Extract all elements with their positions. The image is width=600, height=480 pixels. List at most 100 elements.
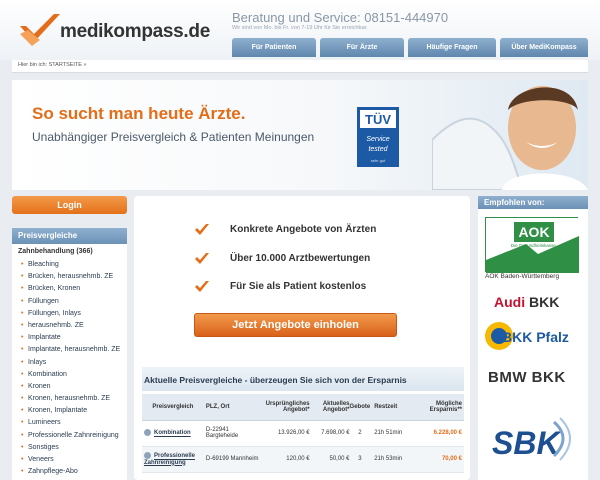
row-name-link-cell: Professionelle Zahnreinigung: [142, 446, 204, 473]
sbk-logo[interactable]: SBK: [488, 416, 574, 462]
sidebar-item[interactable]: • herausnehmb. ZE: [12, 320, 127, 332]
sidebar-item[interactable]: • Implantate: [12, 332, 127, 344]
svg-text:tested: tested: [368, 146, 388, 153]
comparison-title: Aktuelle Preisvergleiche - überzeugen Si…: [142, 367, 464, 391]
logo-text: medikompass.de: [60, 21, 210, 42]
site-header: medikompass.de Beratung und Service: 081…: [0, 0, 600, 60]
sbk-text: SBK: [492, 425, 562, 461]
site-logo[interactable]: medikompass.de: [18, 10, 210, 50]
orange-check-icon: [195, 253, 209, 264]
sidebar-item-label: Füllungen, Inlays: [28, 309, 81, 317]
bullet-icon: •: [21, 285, 24, 293]
row-name-link-cell: Kombination: [142, 420, 204, 447]
sidebar-item[interactable]: • Implantate, herausnehmb. ZE: [12, 344, 127, 356]
row-remaining: 21h 51min: [374, 430, 403, 436]
sidebar-item[interactable]: • Füllungen, Inlays: [12, 308, 127, 320]
tuev-badge-small: sehr gut: [371, 158, 386, 163]
sidebar-item[interactable]: • Kombination: [12, 369, 127, 381]
sidebar-item[interactable]: • Füllungen: [12, 296, 127, 308]
sidebar-item[interactable]: • Kronen, Implantate: [12, 405, 127, 417]
row-name-link[interactable]: Professionelle Zahnreinigung: [144, 454, 195, 466]
table-row[interactable]: Professionelle Zahnreinigung D-69199 Mann…: [142, 446, 464, 473]
row-bids: 3: [358, 456, 362, 462]
sidebar-item-label: Kronen, herausnehmb. ZE: [28, 395, 111, 403]
get-offers-button[interactable]: Jetzt Angebote einholen: [194, 313, 397, 337]
sidebar-category-dental[interactable]: Zahnbehandlung (366): [12, 244, 127, 259]
row-name-link[interactable]: Kombination: [154, 431, 191, 437]
login-button[interactable]: Login: [12, 196, 127, 214]
bmw-bkk-logo[interactable]: BMW BKK: [488, 369, 566, 386]
row-savings: 6.228,00 €: [433, 430, 462, 436]
breadcrumb[interactable]: Hier bin ich: STARTSEITE »: [18, 62, 87, 68]
table-row[interactable]: Kombination D-22941 Bargteheide 13.926,00 …: [142, 420, 464, 447]
bullet-icon: •: [21, 456, 24, 463]
sidebar-item[interactable]: • Kronen, herausnehmb. ZE: [12, 393, 127, 405]
sidebar-item[interactable]: • Brücken, Kronen: [12, 283, 127, 295]
sidebar-item[interactable]: • Sonstiges: [12, 442, 127, 454]
sidebar-item-label: Zahnpflege-Abo: [28, 468, 78, 476]
sidebar-item-label: Füllungen: [28, 297, 59, 305]
sidebar-item[interactable]: • Kronen: [12, 381, 127, 393]
bkk-pfalz-logo[interactable]: BKK Pfalz: [484, 321, 580, 351]
aok-logo[interactable]: AOK Die Gesundheitskasse.: [485, 217, 579, 273]
sidebar-heading: Preisvergleiche: [12, 228, 127, 244]
info-icon[interactable]: [144, 429, 151, 437]
row-current-cell: 7.698,00 €: [309, 420, 350, 447]
sidebar-item-label: Implantate: [28, 334, 61, 342]
nav-tab-doctors[interactable]: Für Ärzte: [320, 38, 404, 57]
row-bids: 2: [358, 430, 362, 436]
bullet-icon: •: [21, 334, 24, 342]
tuev-badge-icon: TÜV Service tested sehr gut: [357, 107, 399, 167]
sidebar-item-label: Lumineers: [28, 419, 61, 427]
row-bids-cell: 2: [349, 420, 371, 447]
recommended-by-panel: Empfohlen von: AOK Die Gesundheitskasse.…: [478, 196, 588, 480]
recommended-heading: Empfohlen von:: [478, 196, 588, 209]
row-place-cell: D-22941 Bargteheide: [203, 420, 260, 447]
sidebar-item[interactable]: • Brücken, herausnehmb. ZE: [12, 271, 127, 283]
sidebar-item[interactable]: • Inlays: [12, 357, 127, 369]
orange-check-icon: [195, 281, 209, 292]
sidebar-list: • Bleaching • Brücken, herausnehmb. ZE • Brüc…: [12, 259, 127, 478]
sidebar-item[interactable]: • Professionelle Zahnreinigung: [12, 430, 127, 442]
sidebar-item[interactable]: • Veneers: [12, 454, 127, 466]
sidebar-item[interactable]: • Lumineers: [12, 417, 127, 429]
bullet-icon: •: [21, 346, 24, 354]
aok-tagline: Die Gesundheitskasse.: [511, 243, 557, 248]
service-phone: Beratung und Service: 08151-444970: [232, 10, 449, 25]
row-place-cell: D-69199 Mannheim: [203, 446, 260, 473]
feature-text: Über 10.000 Arztbewertungen: [230, 253, 371, 264]
bullet-icon: •: [21, 273, 24, 281]
row-bids-cell: 3: [349, 446, 371, 473]
doctor-photo: [432, 86, 588, 190]
sidebar-item-label: Kombination: [28, 370, 67, 378]
sidebar-item[interactable]: • Zahnpflege-Abo: [12, 466, 127, 478]
row-savings-cell: 70,00 €: [412, 446, 464, 473]
nav-tab-about[interactable]: Über MediKompass: [500, 38, 588, 57]
row-original: 120,00 €: [286, 456, 310, 462]
bullet-icon: •: [21, 297, 24, 305]
bkk-pfalz-text: BKK Pfalz: [502, 329, 569, 345]
breadcrumb-bar: Hier bin ich: STARTSEITE »: [12, 60, 588, 73]
sidebar-item-label: Bleaching: [28, 261, 59, 268]
row-remaining: 21h 53min: [374, 456, 403, 462]
audi-text: Audi: [494, 294, 526, 310]
row-current-cell: 50,00 €: [309, 446, 350, 473]
info-icon[interactable]: [144, 452, 151, 460]
bullet-icon: •: [21, 468, 24, 476]
nav-tab-faq[interactable]: Häufige Fragen: [408, 38, 496, 57]
svg-text:Service: Service: [366, 136, 389, 143]
bullet-icon: •: [21, 407, 24, 415]
row-original-cell: 13.926,00 €: [259, 420, 310, 447]
nav-tab-patients[interactable]: Für Patienten: [232, 38, 316, 57]
orange-check-icon: [195, 224, 209, 235]
col-place: PLZ, Ort: [203, 394, 260, 421]
comparison-table: Preisvergleich PLZ, Ort Ursprüngliches A…: [142, 394, 464, 473]
audi-bkk-logo[interactable]: Audi BKK: [494, 294, 559, 310]
row-savings: 70,00 €: [441, 456, 462, 462]
row-original: 13.926,00 €: [277, 430, 310, 436]
sidebar-item-label: Inlays: [28, 358, 47, 366]
row-current: 50,00 €: [329, 456, 350, 462]
sidebar-item[interactable]: • Bleaching: [12, 259, 127, 271]
bullet-icon: •: [21, 443, 24, 451]
aok-logo-text: AOK: [518, 224, 549, 240]
